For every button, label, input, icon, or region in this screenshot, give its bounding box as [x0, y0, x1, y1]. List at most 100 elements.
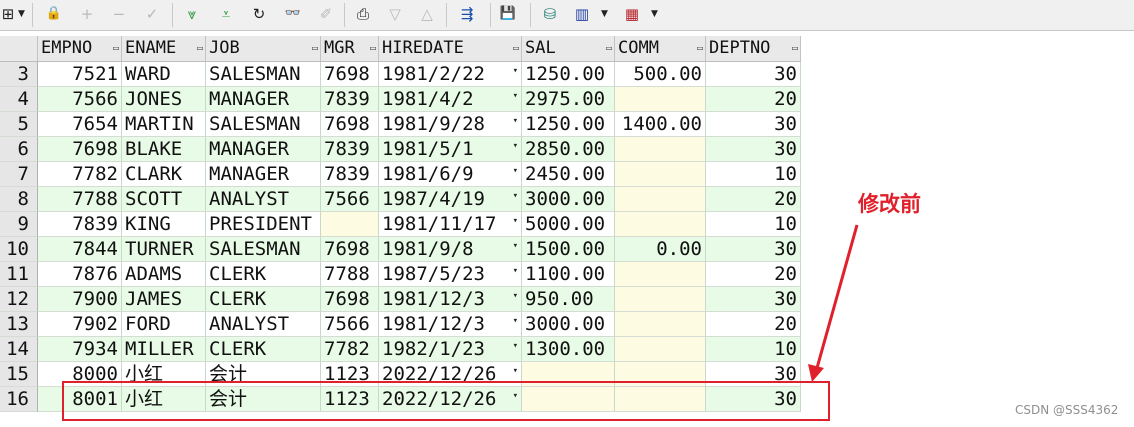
cell-job[interactable]: SALESMAN: [206, 237, 321, 262]
cell-job[interactable]: CLERK: [206, 337, 321, 362]
cell-empno[interactable]: 7934: [38, 337, 122, 362]
cell-job[interactable]: CLERK: [206, 287, 321, 312]
cell-comm[interactable]: 0.00: [615, 237, 706, 262]
cell-dropdown-icon[interactable]: ▾: [513, 137, 518, 159]
column-header-sal[interactable]: SAL ▭: [522, 36, 615, 61]
cell-mgr[interactable]: 7782: [321, 337, 379, 362]
cell-sal[interactable]: 1500.00: [522, 237, 615, 262]
cell-ename[interactable]: MARTIN: [122, 112, 206, 137]
cell-sal[interactable]: 1250.00: [522, 62, 615, 87]
cell-ename[interactable]: CLARK: [122, 162, 206, 187]
cell-empno[interactable]: 7788: [38, 187, 122, 212]
column-header-mgr[interactable]: MGR ▭: [321, 36, 379, 61]
cell-ename[interactable]: ADAMS: [122, 262, 206, 287]
table-row[interactable]: 6 7698 BLAKE MANAGER 7839 1981/5/1 ▾ 2850.00 30: [0, 137, 801, 162]
cell-hiredate[interactable]: 1981/4/2 ▾: [379, 87, 522, 112]
cell-sal[interactable]: 1100.00: [522, 262, 615, 287]
cell-ename[interactable]: MILLER: [122, 337, 206, 362]
table-row[interactable]: 14 7934 MILLER CLERK 7782 1982/1/23 ▾ 1300.00 10: [0, 337, 801, 362]
cell-dropdown-icon[interactable]: ▾: [513, 212, 518, 234]
cell-mgr[interactable]: 7698: [321, 62, 379, 87]
column-header-job[interactable]: JOB ▭: [206, 36, 321, 61]
cell-comm[interactable]: [615, 262, 706, 287]
cell-job[interactable]: MANAGER: [206, 162, 321, 187]
cell-ename[interactable]: FORD: [122, 312, 206, 337]
cell-sal[interactable]: 2975.00: [522, 87, 615, 112]
cell-empno[interactable]: 7566: [38, 87, 122, 112]
link-icon[interactable]: ⇶: [456, 4, 478, 24]
cell-ename[interactable]: TURNER: [122, 237, 206, 262]
table-row[interactable]: 11 7876 ADAMS CLERK 7788 1987/5/23 ▾ 1100.00 20: [0, 262, 801, 287]
cell-ename[interactable]: SCOTT: [122, 187, 206, 212]
cell-hiredate[interactable]: 1981/12/3 ▾: [379, 287, 522, 312]
cell-sal[interactable]: 3000.00: [522, 312, 615, 337]
cell-job[interactable]: PRESIDENT: [206, 212, 321, 237]
cell-hiredate[interactable]: 1981/2/22 ▾: [379, 62, 522, 87]
sort-icon[interactable]: ▭: [197, 36, 203, 61]
table-row[interactable]: 7 7782 CLARK MANAGER 7839 1981/6/9 ▾ 2450.00 10: [0, 162, 801, 187]
cell-ename[interactable]: WARD: [122, 62, 206, 87]
cell-empno[interactable]: 7844: [38, 237, 122, 262]
find-icon[interactable]: 👓: [282, 4, 304, 24]
cell-job[interactable]: MANAGER: [206, 87, 321, 112]
cell-mgr[interactable]: 7566: [321, 187, 379, 212]
table-row[interactable]: 8 7788 SCOTT ANALYST 7566 1987/4/19 ▾ 3000.00 20: [0, 187, 801, 212]
cell-comm[interactable]: 1400.00: [615, 112, 706, 137]
column-header-hiredate[interactable]: HIREDATE ▭: [379, 36, 522, 61]
previous-icon[interactable]: △: [418, 4, 436, 24]
table-row[interactable]: 3 7521 WARD SALESMAN 7698 1981/2/22 ▾ 1250.00 50…: [0, 62, 801, 87]
confirm-icon[interactable]: ✓: [142, 4, 162, 24]
cell-mgr[interactable]: 7698: [321, 287, 379, 312]
next-icon[interactable]: ▽: [386, 4, 404, 24]
cell-deptno[interactable]: 30: [706, 287, 801, 312]
cell-ename[interactable]: KING: [122, 212, 206, 237]
chevron-down-icon[interactable]: ▼: [18, 4, 25, 24]
cell-empno[interactable]: 7698: [38, 137, 122, 162]
sort-icon[interactable]: ▭: [697, 36, 703, 61]
cell-hiredate[interactable]: 1981/9/8 ▾: [379, 237, 522, 262]
cell-dropdown-icon[interactable]: ▾: [513, 237, 518, 259]
cell-sal[interactable]: 950.00: [522, 287, 615, 312]
cell-ename[interactable]: JONES: [122, 87, 206, 112]
cell-deptno[interactable]: 20: [706, 262, 801, 287]
cell-dropdown-icon[interactable]: ▾: [513, 62, 518, 84]
cell-hiredate[interactable]: 1981/9/28 ▾: [379, 112, 522, 137]
cell-hiredate[interactable]: 1987/5/23 ▾: [379, 262, 522, 287]
filter-icon[interactable]: ⩡: [216, 4, 236, 24]
sort-icon[interactable]: ▭: [513, 36, 519, 61]
table-row[interactable]: 4 7566 JONES MANAGER 7839 1981/4/2 ▾ 2975.00 20: [0, 87, 801, 112]
table-row[interactable]: 10 7844 TURNER SALESMAN 7698 1981/9/8 ▾ 1500.00…: [0, 237, 801, 262]
cell-sal[interactable]: 5000.00: [522, 212, 615, 237]
cell-comm[interactable]: [615, 137, 706, 162]
cell-mgr[interactable]: [321, 212, 379, 237]
cell-dropdown-icon[interactable]: ▾: [513, 112, 518, 134]
sort-icon[interactable]: ▭: [370, 36, 376, 61]
cell-hiredate[interactable]: 1981/11/17 ▾: [379, 212, 522, 237]
cell-dropdown-icon[interactable]: ▾: [513, 262, 518, 284]
cell-job[interactable]: MANAGER: [206, 137, 321, 162]
cell-empno[interactable]: 7876: [38, 262, 122, 287]
sort-icon[interactable]: ▭: [113, 36, 119, 61]
cell-empno[interactable]: 7654: [38, 112, 122, 137]
save-icon[interactable]: 💾: [498, 4, 518, 24]
refresh-icon[interactable]: ↻: [250, 4, 268, 24]
table-row[interactable]: 12 7900 JAMES CLERK 7698 1981/12/3 ▾ 950.00 30: [0, 287, 801, 312]
cell-deptno[interactable]: 20: [706, 187, 801, 212]
cell-hiredate[interactable]: 1981/5/1 ▾: [379, 137, 522, 162]
cell-mgr[interactable]: 7839: [321, 87, 379, 112]
sort-icon[interactable]: ▭: [606, 36, 612, 61]
cell-ename[interactable]: BLAKE: [122, 137, 206, 162]
cell-comm[interactable]: [615, 87, 706, 112]
cell-job[interactable]: CLERK: [206, 262, 321, 287]
remove-icon[interactable]: −: [110, 4, 128, 24]
cell-deptno[interactable]: 30: [706, 137, 801, 162]
cell-comm[interactable]: [615, 312, 706, 337]
cell-hiredate[interactable]: 1982/1/23 ▾: [379, 337, 522, 362]
cell-comm[interactable]: [615, 337, 706, 362]
cell-mgr[interactable]: 7839: [321, 162, 379, 187]
cell-mgr[interactable]: 7698: [321, 237, 379, 262]
table-row[interactable]: 13 7902 FORD ANALYST 7566 1981/12/3 ▾ 3000.00 20: [0, 312, 801, 337]
sort-icon[interactable]: ▭: [792, 36, 798, 61]
cell-sal[interactable]: 2850.00: [522, 137, 615, 162]
cell-dropdown-icon[interactable]: ▾: [513, 337, 518, 359]
